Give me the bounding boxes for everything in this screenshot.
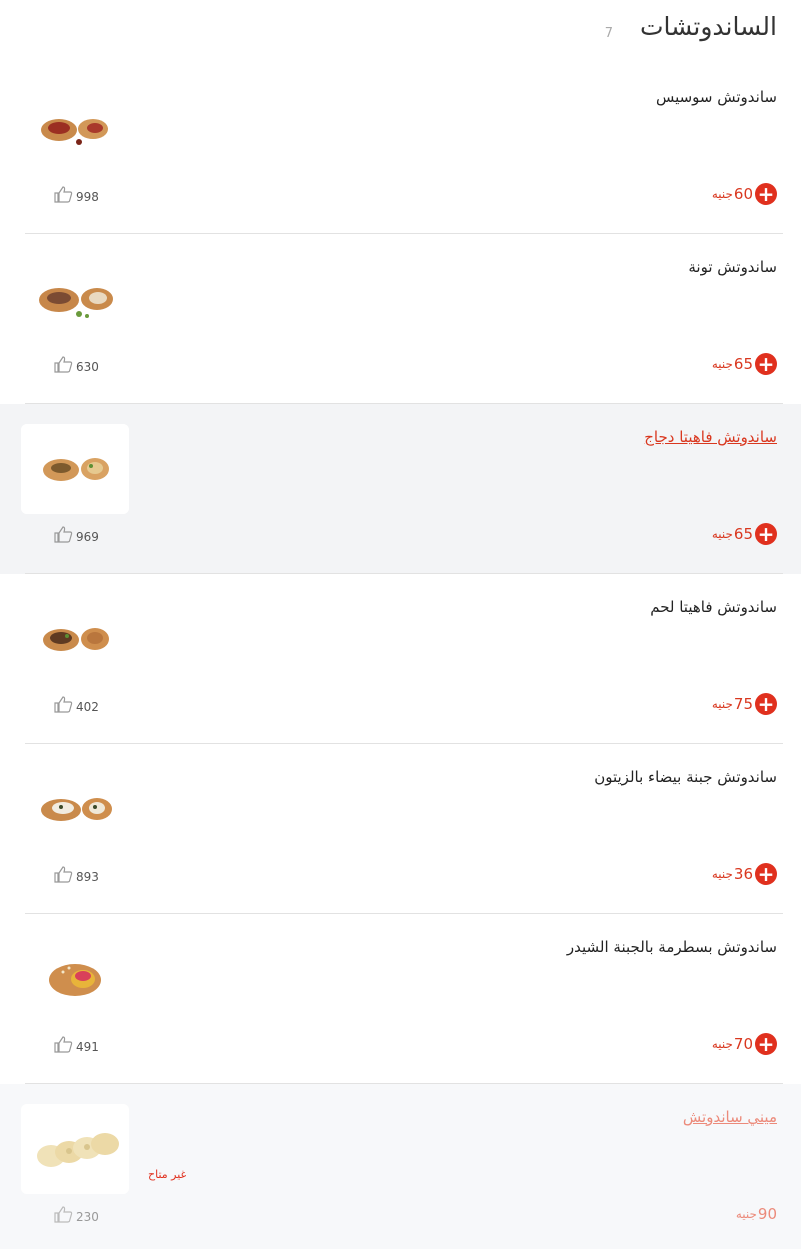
price-value: 65 bbox=[733, 525, 753, 543]
add-to-cart-button[interactable]: + bbox=[755, 353, 777, 375]
section-item-count: 7 bbox=[604, 26, 613, 41]
section-header: الساندوتشات 7 bbox=[0, 0, 801, 64]
likes: 230 bbox=[54, 1206, 99, 1227]
item-name[interactable]: ساندوتش فاهيتا لحم bbox=[650, 598, 777, 616]
item-price: 90 جنيه bbox=[736, 1203, 777, 1225]
item-name[interactable]: ساندوتش تونة bbox=[688, 258, 777, 276]
like-count: 998 bbox=[76, 189, 99, 204]
menu-item[interactable]: ساندوتش فاهيتا دجاج + 65 جنيه 969 bbox=[0, 404, 801, 574]
price-value: 65 bbox=[733, 355, 753, 373]
likes: 491 bbox=[54, 1036, 99, 1057]
item-name[interactable]: ساندوتش سوسيس bbox=[656, 88, 777, 106]
price-currency: جنيه bbox=[711, 697, 733, 711]
menu-item[interactable]: ساندوتش تونة + 65 جنيه 630 bbox=[0, 234, 801, 404]
price-value: 75 bbox=[733, 695, 753, 713]
price-currency: جنيه bbox=[711, 867, 733, 881]
price-currency: جنيه bbox=[711, 357, 733, 371]
white-cheese-olive-sandwich-image[interactable] bbox=[21, 764, 129, 854]
price-value: 70 bbox=[733, 1035, 753, 1053]
like-count: 402 bbox=[76, 699, 99, 714]
tuna-sandwich-image[interactable] bbox=[21, 254, 129, 344]
likes: 402 bbox=[54, 696, 99, 717]
like-count: 630 bbox=[76, 359, 99, 374]
menu-item[interactable]: ساندوتش جبنة بيضاء بالزيتون + 36 جنيه 89… bbox=[0, 744, 801, 914]
item-price: + 70 جنيه bbox=[712, 1033, 777, 1055]
likes: 893 bbox=[54, 866, 99, 887]
price-currency: جنيه bbox=[735, 1207, 757, 1221]
thumbs-up-icon[interactable] bbox=[54, 1206, 73, 1227]
section-title: الساندوتشات bbox=[639, 12, 777, 41]
beef-fajita-sandwich-image[interactable] bbox=[21, 594, 129, 684]
item-price: + 65 جنيه bbox=[712, 523, 777, 545]
mini-sandwich-image[interactable] bbox=[21, 1104, 129, 1194]
thumbs-up-icon[interactable] bbox=[54, 526, 73, 547]
item-price: + 65 جنيه bbox=[712, 353, 777, 375]
menu-item[interactable]: ساندوتش فاهيتا لحم + 75 جنيه 402 bbox=[0, 574, 801, 744]
item-name[interactable]: ساندوتش فاهيتا دجاج bbox=[644, 428, 777, 446]
item-price: + 60 جنيه bbox=[712, 183, 777, 205]
price-currency: جنيه bbox=[711, 187, 733, 201]
price-value: 36 bbox=[733, 865, 753, 883]
item-price: + 36 جنيه bbox=[712, 863, 777, 885]
add-to-cart-button[interactable]: + bbox=[755, 183, 777, 205]
menu-item[interactable]: ميني ساندوتش غير متاح 90 جنيه 230 bbox=[0, 1084, 801, 1249]
add-to-cart-button[interactable]: + bbox=[755, 1033, 777, 1055]
like-count: 230 bbox=[76, 1209, 99, 1224]
like-count: 491 bbox=[76, 1039, 99, 1054]
add-to-cart-button[interactable]: + bbox=[755, 693, 777, 715]
menu-item[interactable]: ساندوتش سوسيس + 60 جنيه 998 bbox=[0, 64, 801, 234]
chicken-fajita-sandwich-image[interactable] bbox=[21, 424, 129, 514]
item-name[interactable]: ساندوتش بسطرمة بالجبنة الشيدر bbox=[567, 938, 777, 956]
likes: 630 bbox=[54, 356, 99, 377]
price-value: 60 bbox=[733, 185, 753, 203]
thumbs-up-icon[interactable] bbox=[54, 186, 73, 207]
thumbs-up-icon[interactable] bbox=[54, 1036, 73, 1057]
price-currency: جنيه bbox=[711, 1037, 733, 1051]
likes: 969 bbox=[54, 526, 99, 547]
add-to-cart-button[interactable]: + bbox=[755, 863, 777, 885]
thumbs-up-icon[interactable] bbox=[54, 696, 73, 717]
like-count: 969 bbox=[76, 529, 99, 544]
thumbs-up-icon[interactable] bbox=[54, 866, 73, 887]
thumbs-up-icon[interactable] bbox=[54, 356, 73, 377]
menu-item[interactable]: ساندوتش بسطرمة بالجبنة الشيدر + 70 جنيه … bbox=[0, 914, 801, 1084]
add-to-cart-button[interactable]: + bbox=[755, 523, 777, 545]
like-count: 893 bbox=[76, 869, 99, 884]
item-name[interactable]: ساندوتش جبنة بيضاء بالزيتون bbox=[594, 768, 777, 786]
pastrami-cheddar-sandwich-image[interactable] bbox=[21, 934, 129, 1024]
price-currency: جنيه bbox=[711, 527, 733, 541]
item-price: + 75 جنيه bbox=[712, 693, 777, 715]
price-value: 90 bbox=[757, 1205, 777, 1223]
unavailable-badge: غير متاح bbox=[148, 1168, 187, 1181]
item-name[interactable]: ميني ساندوتش bbox=[683, 1108, 777, 1126]
likes: 998 bbox=[54, 186, 99, 207]
sausage-sandwich-image[interactable] bbox=[21, 84, 129, 174]
